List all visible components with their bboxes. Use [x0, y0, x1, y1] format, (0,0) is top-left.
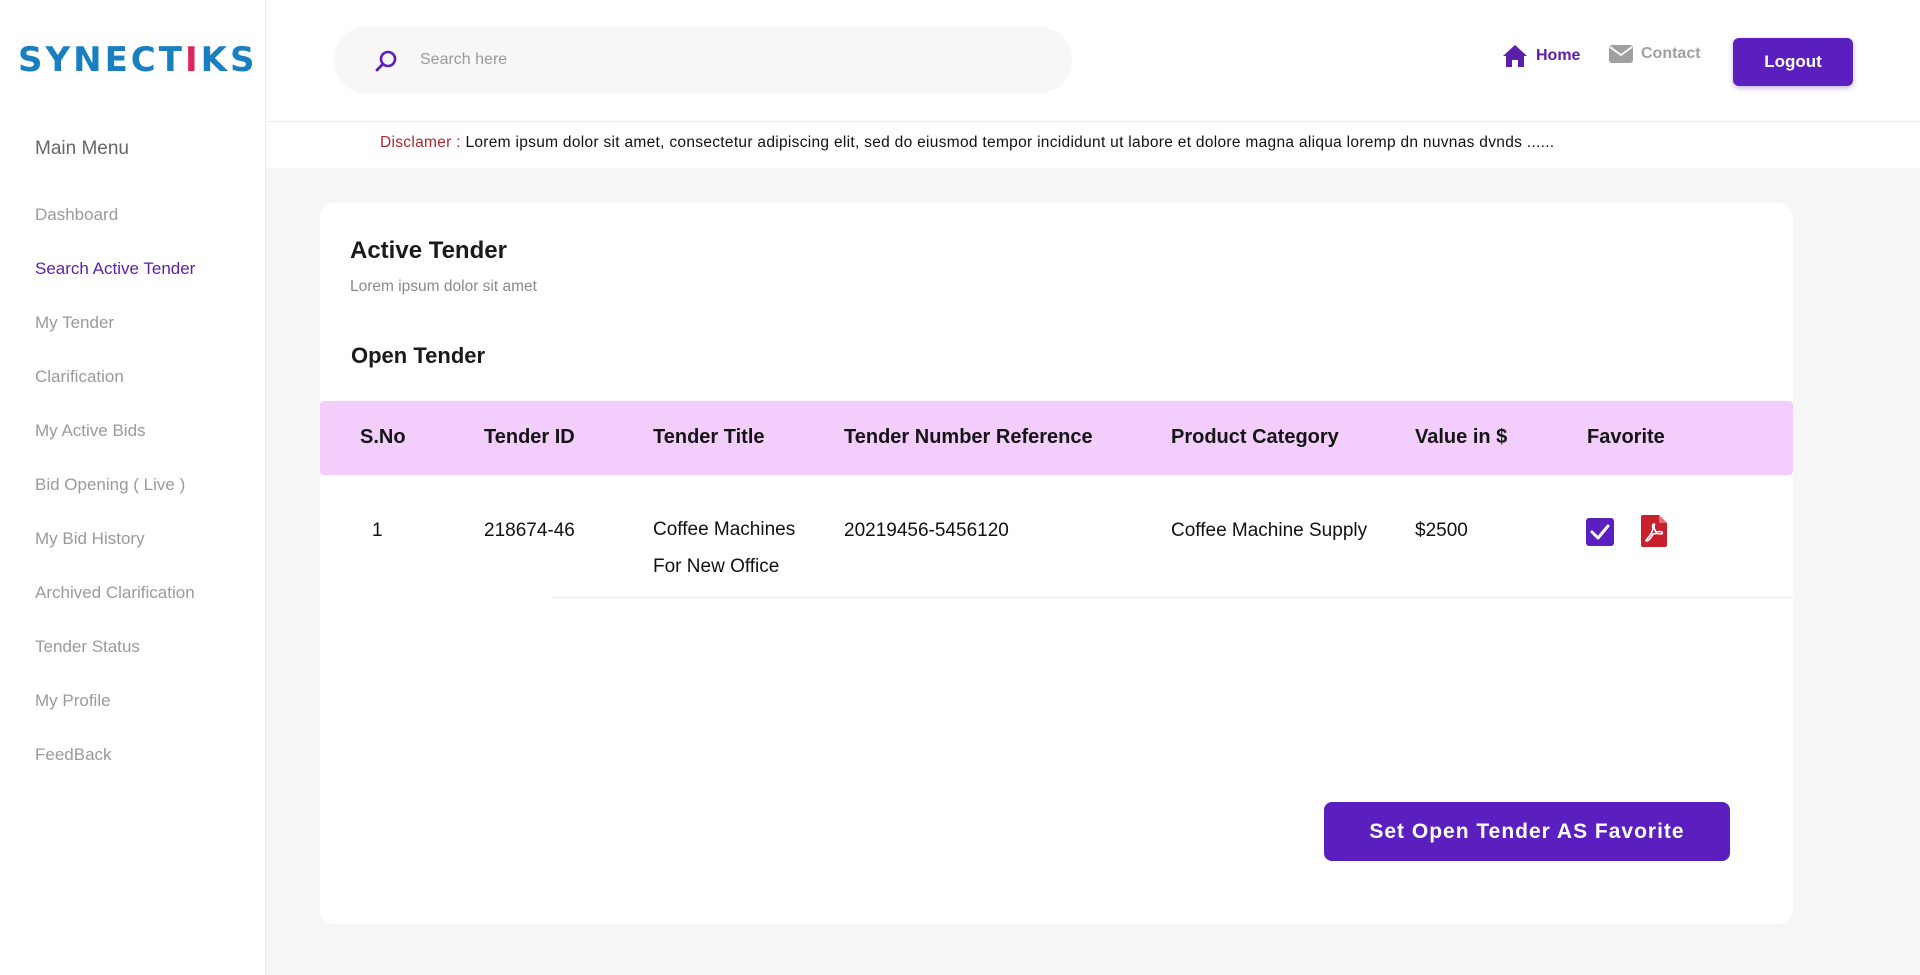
- column-header-tender-id: Tender ID: [484, 426, 575, 448]
- disclaimer-bar: Disclamer : Lorem ipsum dolor sit amet, …: [266, 122, 1920, 168]
- disclaimer-separator: :: [451, 134, 466, 151]
- table-header: S.No Tender ID Tender Title Tender Numbe…: [320, 401, 1793, 475]
- page-subtitle: Lorem ipsum dolor sit amet: [350, 278, 537, 295]
- column-header-tender-title: Tender Title: [653, 426, 765, 448]
- cell-tender-title: Coffee Machines For New Office: [653, 519, 796, 577]
- envelope-icon: [1609, 45, 1633, 63]
- favorite-checkbox[interactable]: [1586, 518, 1614, 546]
- logo-text-start: SYNECT: [18, 40, 185, 80]
- nav-home-link[interactable]: Home: [1502, 44, 1580, 68]
- sidebar-item-my-profile[interactable]: My Profile: [35, 686, 195, 740]
- sidebar: SYNECTIKS Main Menu Dashboard Search Act…: [0, 0, 266, 975]
- disclaimer: Disclamer : Lorem ipsum dolor sit amet, …: [380, 134, 1554, 152]
- cell-product-category: Coffee Machine Supply: [1171, 520, 1368, 541]
- cell-tender-id: 218674-46: [484, 520, 575, 541]
- pdf-icon[interactable]: [1641, 515, 1667, 547]
- main-menu-title: Main Menu: [35, 138, 129, 159]
- sidebar-item-dashboard[interactable]: Dashboard: [35, 200, 195, 254]
- sidebar-item-my-tender[interactable]: My Tender: [35, 308, 195, 362]
- page-title: Active Tender: [350, 237, 507, 264]
- search-icon[interactable]: [374, 49, 398, 73]
- cell-sno: 1: [372, 520, 383, 541]
- logo-text-end: KS: [200, 40, 258, 80]
- disclaimer-label: Disclamer: [380, 134, 452, 151]
- search-bar[interactable]: [334, 26, 1072, 94]
- column-header-value: Value in $: [1415, 426, 1508, 448]
- column-header-sno: S.No: [360, 426, 406, 448]
- sidebar-item-feedback[interactable]: FeedBack: [35, 740, 195, 794]
- row-divider: [552, 597, 1793, 598]
- column-header-favorite: Favorite: [1587, 426, 1665, 448]
- sidebar-item-my-bid-history[interactable]: My Bid History: [35, 524, 195, 578]
- nav-contact-label: Contact: [1641, 45, 1701, 62]
- nav-home-label: Home: [1536, 47, 1581, 64]
- active-tender-card: Active Tender Lorem ipsum dolor sit amet…: [320, 203, 1793, 924]
- sidebar-item-clarification[interactable]: Clarification: [35, 362, 195, 416]
- sidebar-item-tender-status[interactable]: Tender Status: [35, 632, 195, 686]
- cell-value: $2500: [1415, 520, 1468, 541]
- table-row[interactable]: 1 218674-46 Coffee Machines For New Offi…: [320, 480, 1793, 600]
- sidebar-item-my-active-bids[interactable]: My Active Bids: [35, 416, 195, 470]
- checkmark-icon: [1590, 524, 1610, 540]
- cell-tender-reference: 20219456-5456120: [844, 520, 1009, 541]
- synectiks-logo[interactable]: SYNECTIKS: [18, 40, 257, 80]
- sidebar-item-search-active-tender[interactable]: Search Active Tender: [35, 254, 195, 308]
- column-header-product-category: Product Category: [1171, 426, 1339, 448]
- sidebar-item-archived-clarification[interactable]: Archived Clarification: [35, 578, 195, 632]
- logo-text-i: I: [184, 40, 201, 80]
- sidebar-menu: Dashboard Search Active Tender My Tender…: [35, 200, 195, 794]
- topbar: Home Contact Logout: [266, 0, 1920, 122]
- nav-contact-link[interactable]: Contact: [1609, 44, 1701, 64]
- column-header-tender-number-reference: Tender Number Reference: [844, 426, 1093, 448]
- home-icon: [1503, 45, 1527, 67]
- logout-button[interactable]: Logout: [1733, 38, 1853, 86]
- set-favorite-button[interactable]: Set Open Tender AS Favorite: [1324, 802, 1730, 861]
- sidebar-item-bid-opening-live[interactable]: Bid Opening ( Live ): [35, 470, 195, 524]
- disclaimer-text: Lorem ipsum dolor sit amet, consectetur …: [465, 134, 1555, 151]
- search-input[interactable]: [420, 46, 1020, 74]
- section-title-open-tender: Open Tender: [351, 343, 486, 368]
